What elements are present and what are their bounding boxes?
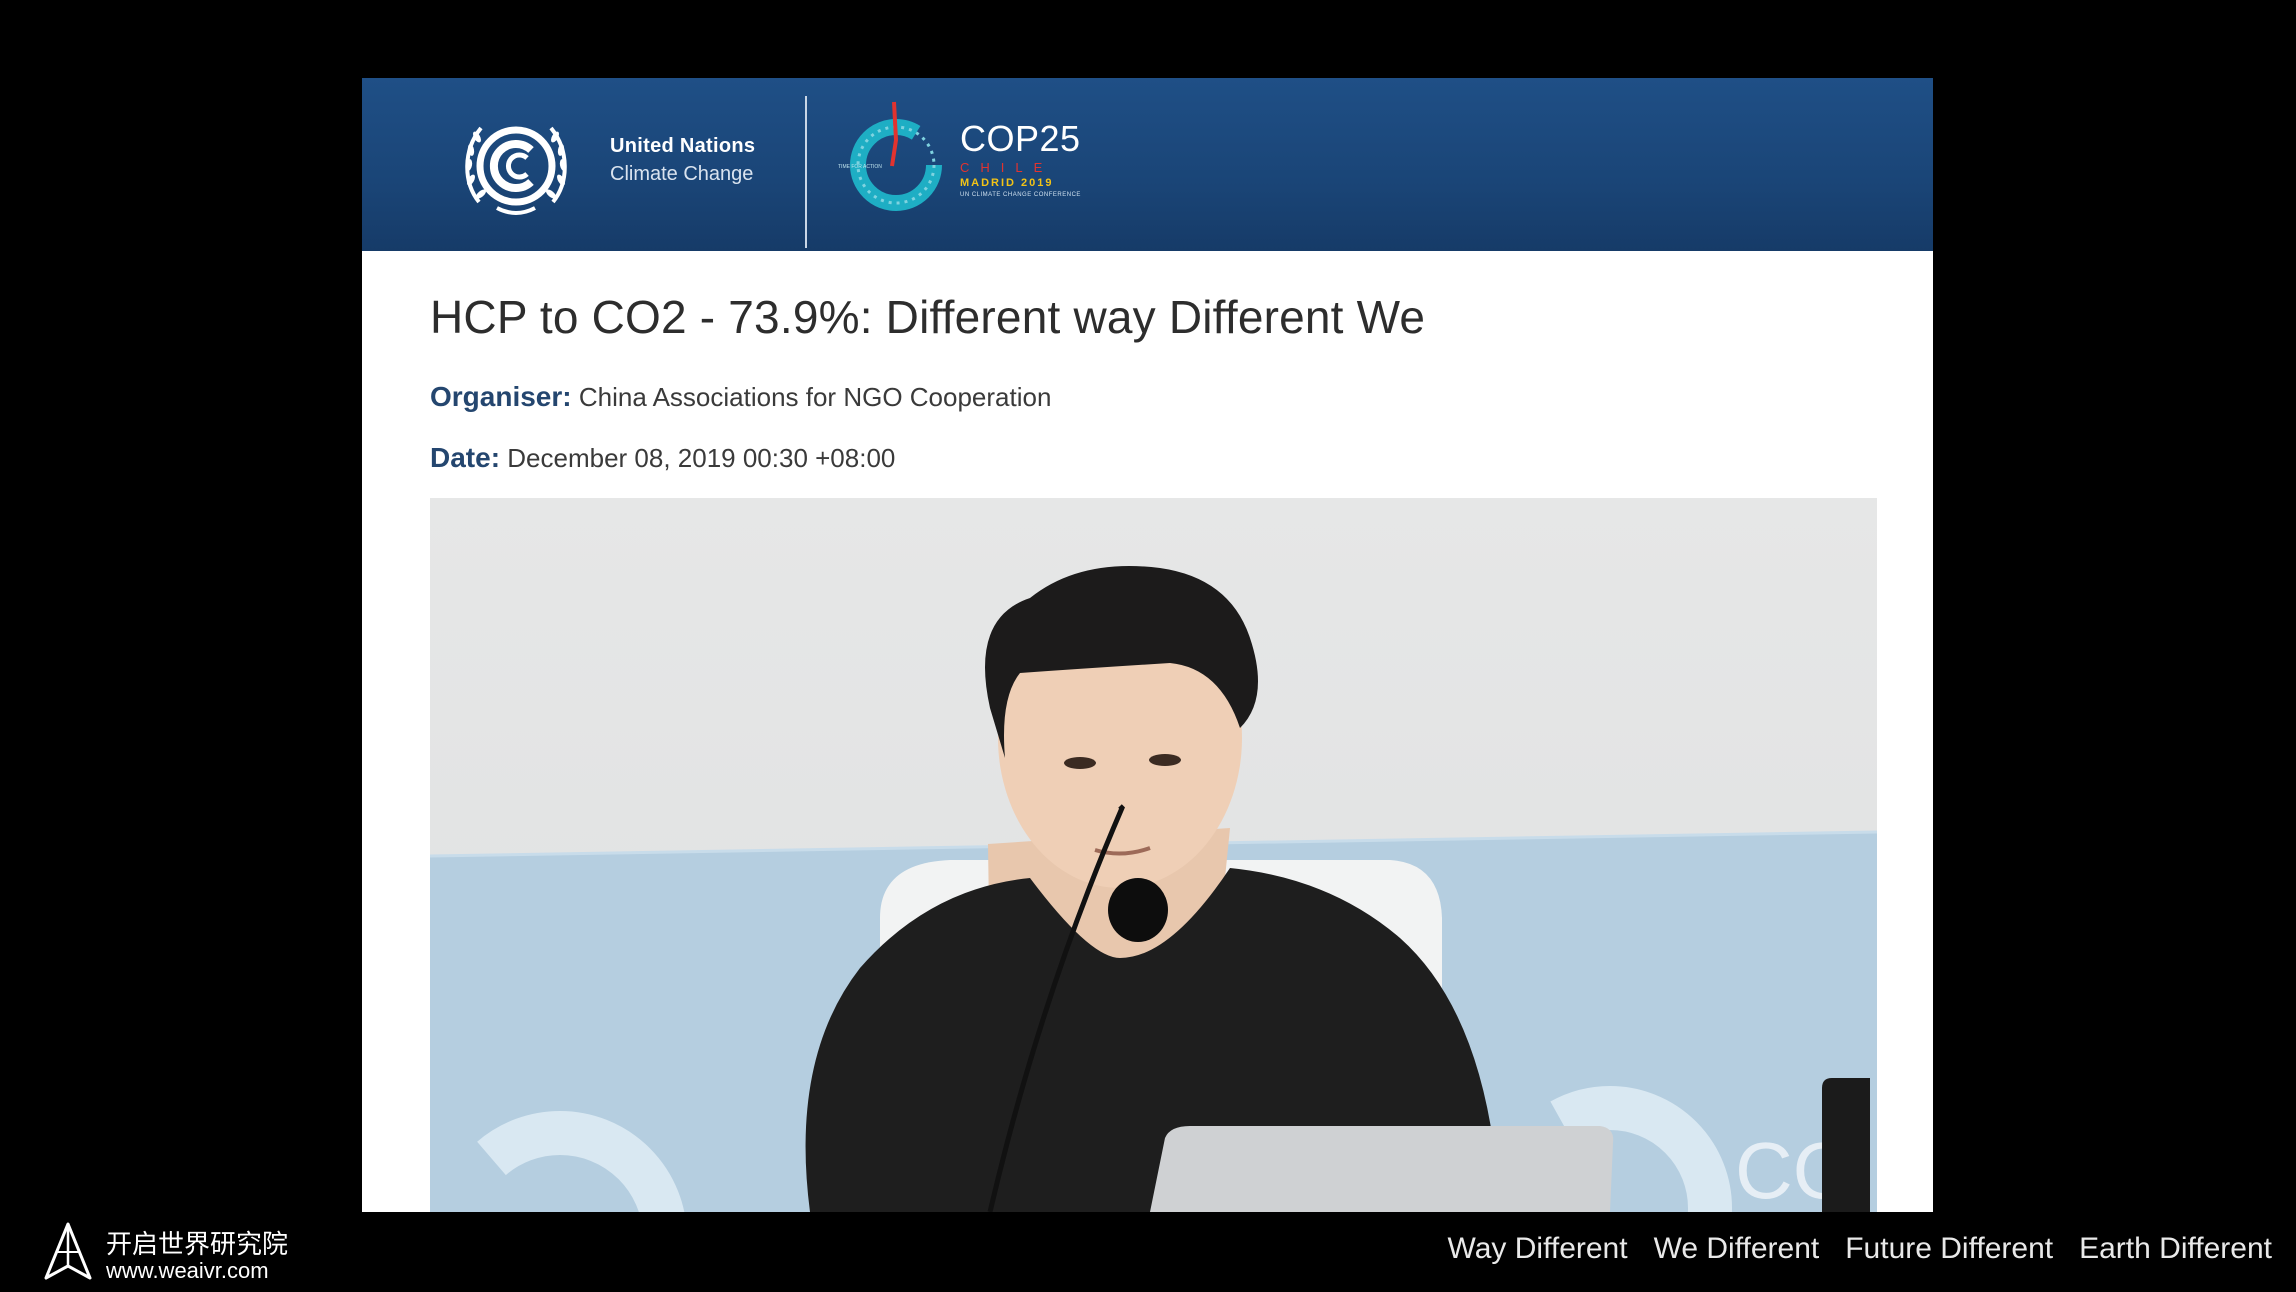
organiser-value: China Associations for NGO Cooperation	[578, 382, 1052, 412]
video-frame[interactable]: CO	[430, 498, 1877, 1212]
cop-title: COP25	[960, 118, 1081, 159]
org-name: 开启世界研究院	[106, 1230, 289, 1260]
event-title: HCP to CO2 - 73.9%: Different way Differ…	[430, 291, 1426, 343]
cop25-ring-icon: TIME FOR ACTION	[838, 101, 942, 211]
cop25-wordmark: COP25 CHILE MADRID 2019 UN CLIMATE CHANG…	[960, 120, 1081, 200]
date-label: Date:	[430, 442, 501, 473]
cop-country: CHILE	[960, 160, 1054, 175]
speaker-video-scene: CO	[430, 566, 1877, 1212]
org-url: www.weaivr.com	[106, 1258, 269, 1283]
un-wordmark-line2: Climate Change	[610, 163, 754, 185]
slogan-way: Way Different	[1447, 1232, 1628, 1265]
footer-org: 开启世界研究院 www.weaivr.com	[106, 1232, 288, 1284]
weaivr-logo-icon	[44, 1222, 92, 1280]
side-device	[1822, 1078, 1870, 1212]
slogan-we: We Different	[1653, 1232, 1820, 1265]
slogan-future: Future Different	[1845, 1232, 2054, 1265]
header-banner: United Nations Climate Change TIME FOR A…	[362, 78, 1933, 251]
banner-divider	[805, 96, 807, 248]
un-climate-emblem-icon	[465, 126, 567, 215]
cop-subtitle: UN CLIMATE CHANGE CONFERENCE	[960, 192, 1081, 198]
date-row: Date: December 08, 2019 00:30 +08:00	[430, 442, 895, 474]
slogan-bar: Way Different We Different Future Differ…	[1448, 1232, 2272, 1266]
event-card: United Nations Climate Change TIME FOR A…	[362, 78, 1933, 1212]
organiser-label: Organiser:	[430, 381, 572, 412]
laptop	[1150, 1126, 1614, 1212]
microphone-icon	[1108, 878, 1168, 942]
cop-city: MADRID 2019	[960, 177, 1054, 189]
organiser-row: Organiser: China Associations for NGO Co…	[430, 381, 1051, 413]
cop-ring-text: TIME FOR ACTION	[838, 164, 882, 170]
date-value: December 08, 2019 00:30 +08:00	[507, 443, 896, 473]
un-climate-wordmark: United Nations Climate Change	[610, 132, 755, 188]
un-wordmark-line1: United Nations	[610, 135, 756, 157]
slogan-earth: Earth Different	[2079, 1232, 2272, 1265]
